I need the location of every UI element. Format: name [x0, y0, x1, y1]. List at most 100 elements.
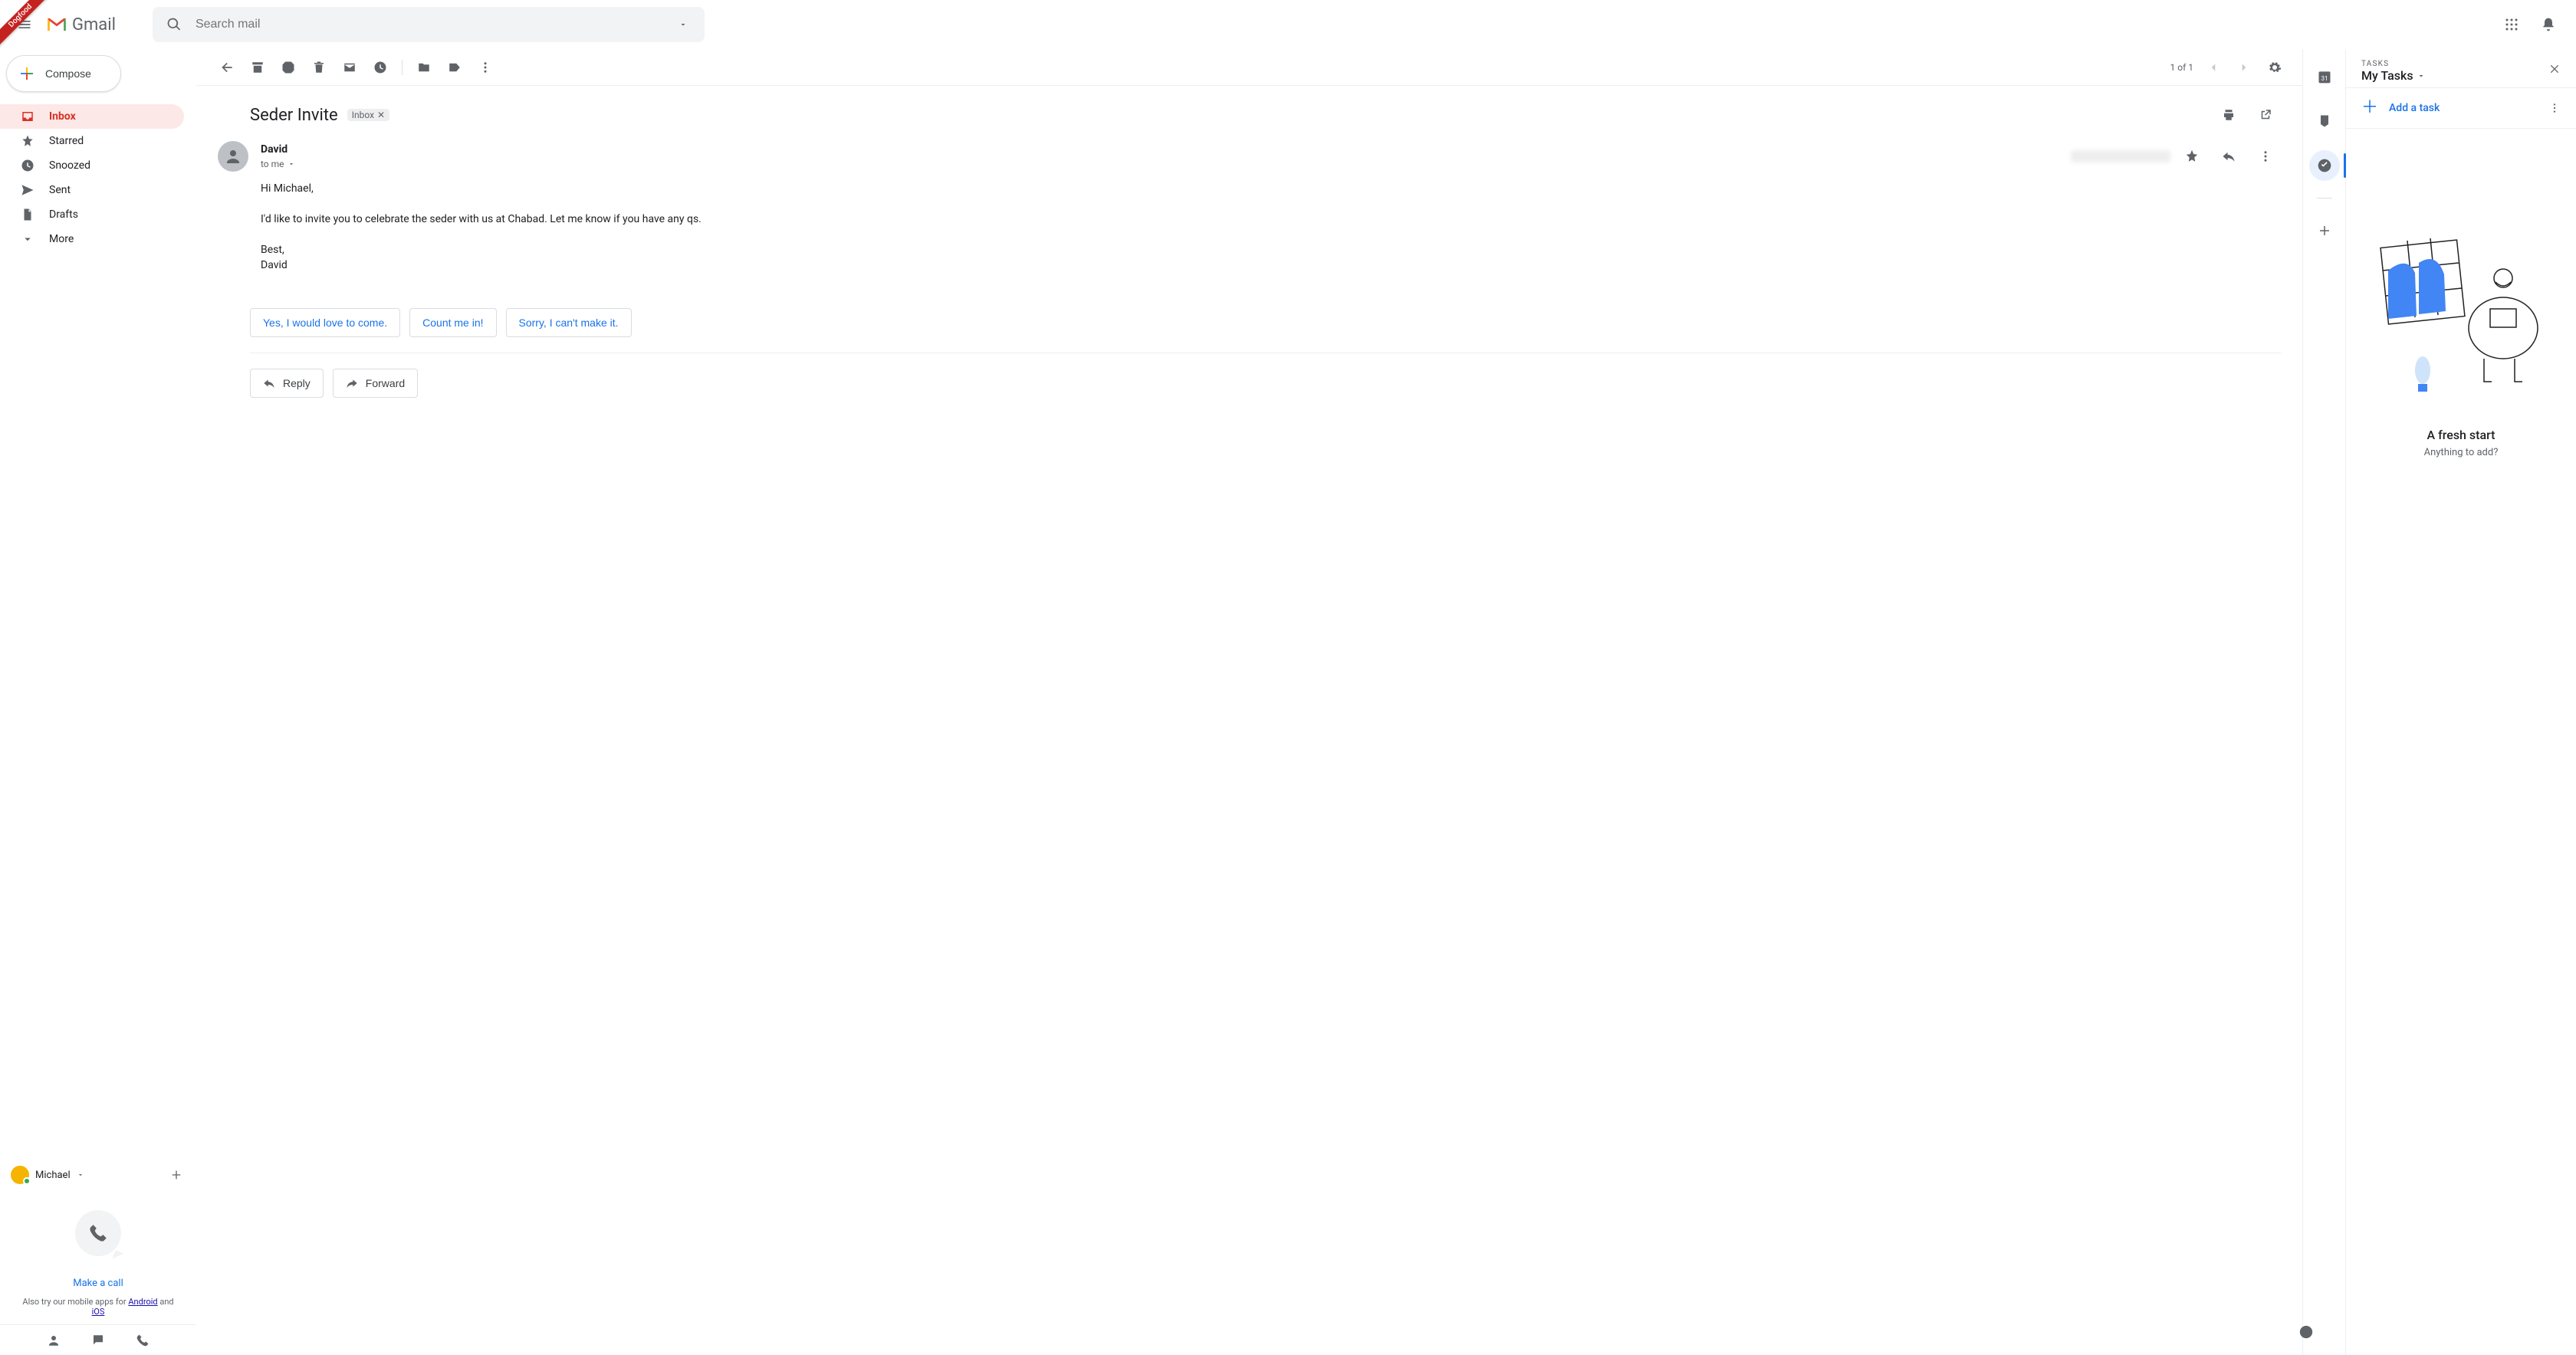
- tasks-list-picker[interactable]: My Tasks: [2361, 68, 2426, 83]
- hangouts-user[interactable]: Michael: [11, 1166, 84, 1184]
- smart-reply-2[interactable]: Count me in!: [409, 308, 496, 337]
- settings-button[interactable]: [2259, 52, 2290, 83]
- new-conversation-button[interactable]: [167, 1166, 186, 1184]
- reply-icon-button[interactable]: [2213, 141, 2244, 172]
- folder-icon: [417, 61, 431, 74]
- page-counter: 1 of 1: [2170, 62, 2193, 73]
- search-icon[interactable]: [159, 9, 189, 40]
- more-vert-icon: [2548, 102, 2561, 114]
- tasks-illustration: [2377, 236, 2545, 405]
- mark-unread-button[interactable]: [334, 52, 365, 83]
- tasks-menu-button[interactable]: [2545, 99, 2564, 117]
- main-menu-button[interactable]: [6, 6, 43, 43]
- nav-drafts[interactable]: Drafts: [0, 202, 184, 227]
- delete-button[interactable]: [304, 52, 334, 83]
- tasks-close-button[interactable]: [2545, 60, 2564, 78]
- apps-grid-icon: [2505, 18, 2518, 31]
- open-new-window-button[interactable]: [2250, 100, 2281, 130]
- mobile-apps-text: Also try our mobile apps for Android and…: [20, 1297, 176, 1317]
- snooze-button[interactable]: [365, 52, 396, 83]
- nav-sent[interactable]: Sent: [0, 178, 184, 202]
- add-task-button[interactable]: ＋ Add a task: [2361, 102, 2440, 114]
- apps-grid-button[interactable]: [2496, 9, 2527, 40]
- hangouts-contacts-tab[interactable]: [43, 1330, 64, 1351]
- calendar-addon[interactable]: 31: [2309, 61, 2340, 92]
- print-button[interactable]: [2213, 100, 2244, 130]
- nav-inbox[interactable]: Inbox: [0, 104, 184, 129]
- labels-button[interactable]: [439, 52, 470, 83]
- spam-button[interactable]: [273, 52, 304, 83]
- inbox-icon: [20, 109, 35, 124]
- phone-icon: [88, 1223, 108, 1243]
- compose-button[interactable]: Compose: [6, 55, 121, 92]
- mail-icon: [343, 61, 356, 74]
- tasks-section-label: TASKS: [2361, 60, 2426, 68]
- more-vert-icon: [478, 61, 492, 74]
- spam-icon: [281, 61, 295, 74]
- sender-name[interactable]: David: [261, 143, 295, 156]
- android-link[interactable]: Android: [128, 1297, 157, 1307]
- sender-avatar[interactable]: [218, 141, 248, 172]
- hangouts-header: Michael: [0, 1158, 196, 1187]
- keep-addon[interactable]: [2309, 106, 2340, 136]
- tasks-addon[interactable]: [2309, 150, 2340, 181]
- ios-link[interactable]: iOS: [92, 1307, 105, 1317]
- presence-dot: [23, 1177, 31, 1185]
- info-icon: [2298, 1324, 2314, 1340]
- menu-icon: [17, 17, 32, 32]
- make-call-link[interactable]: Make a call: [8, 1278, 189, 1289]
- archive-button[interactable]: [242, 52, 273, 83]
- more-vert-icon: [2259, 149, 2272, 163]
- nav-snoozed[interactable]: Snoozed: [0, 153, 184, 178]
- person-icon: [224, 147, 242, 166]
- left-nav: Compose Inbox Starred Snoozed Sent Draft…: [0, 49, 196, 1355]
- arrow-left-icon: [219, 60, 235, 75]
- svg-text:31: 31: [2321, 75, 2328, 83]
- reply-icon: [263, 377, 275, 389]
- notifications-button[interactable]: [2533, 9, 2564, 40]
- keep-icon: [2317, 113, 2332, 129]
- prev-button[interactable]: [2198, 52, 2229, 83]
- side-panel: 31: [2303, 49, 2346, 1355]
- gmail-logo[interactable]: Gmail: [43, 15, 116, 34]
- help-button[interactable]: [2294, 1320, 2318, 1344]
- forward-button[interactable]: Forward: [333, 369, 418, 398]
- subject: Seder Invite: [250, 106, 338, 125]
- reply-icon: [2222, 149, 2236, 163]
- recipients-toggle[interactable]: to me: [261, 159, 295, 169]
- search-options-button[interactable]: [668, 9, 698, 40]
- chevron-left-icon: [2206, 61, 2220, 74]
- smart-reply-3[interactable]: Sorry, I can't make it.: [506, 308, 632, 337]
- next-button[interactable]: [2229, 52, 2259, 83]
- get-addons-button[interactable]: [2309, 215, 2340, 246]
- hangouts-chats-tab[interactable]: [87, 1330, 109, 1351]
- more-button[interactable]: [470, 52, 501, 83]
- back-button[interactable]: [212, 52, 242, 83]
- calendar-icon: 31: [2317, 69, 2332, 84]
- search-box[interactable]: [153, 7, 705, 42]
- star-outline-icon: [2185, 149, 2199, 163]
- nav-more[interactable]: More: [0, 227, 184, 251]
- message-more-button[interactable]: [2250, 141, 2281, 172]
- plus-icon: [170, 1169, 182, 1181]
- forward-icon: [346, 377, 358, 389]
- star-icon: [20, 133, 35, 149]
- smart-reply-1[interactable]: Yes, I would love to come.: [250, 308, 400, 337]
- tasks-icon: [2317, 158, 2332, 173]
- tasks-empty-sub: Anything to add?: [2424, 447, 2499, 458]
- clock-icon: [20, 158, 35, 173]
- send-icon: [20, 182, 35, 198]
- inbox-chip[interactable]: Inbox✕: [347, 109, 389, 121]
- plus-icon: [18, 64, 36, 83]
- message-body: Hi Michael, I'd like to invite you to ce…: [261, 181, 2281, 273]
- phone-icon: [136, 1334, 150, 1347]
- smart-replies: Yes, I would love to come. Count me in! …: [196, 282, 2302, 340]
- move-to-button[interactable]: [409, 52, 439, 83]
- hangouts-phone-tab[interactable]: [132, 1330, 153, 1351]
- nav-starred[interactable]: Starred: [0, 129, 184, 153]
- tasks-panel: TASKS My Tasks ＋ Add a task: [2346, 49, 2576, 1355]
- star-message-button[interactable]: [2177, 141, 2207, 172]
- chip-remove-icon[interactable]: ✕: [377, 110, 385, 120]
- search-input[interactable]: [189, 18, 668, 31]
- reply-button[interactable]: Reply: [250, 369, 324, 398]
